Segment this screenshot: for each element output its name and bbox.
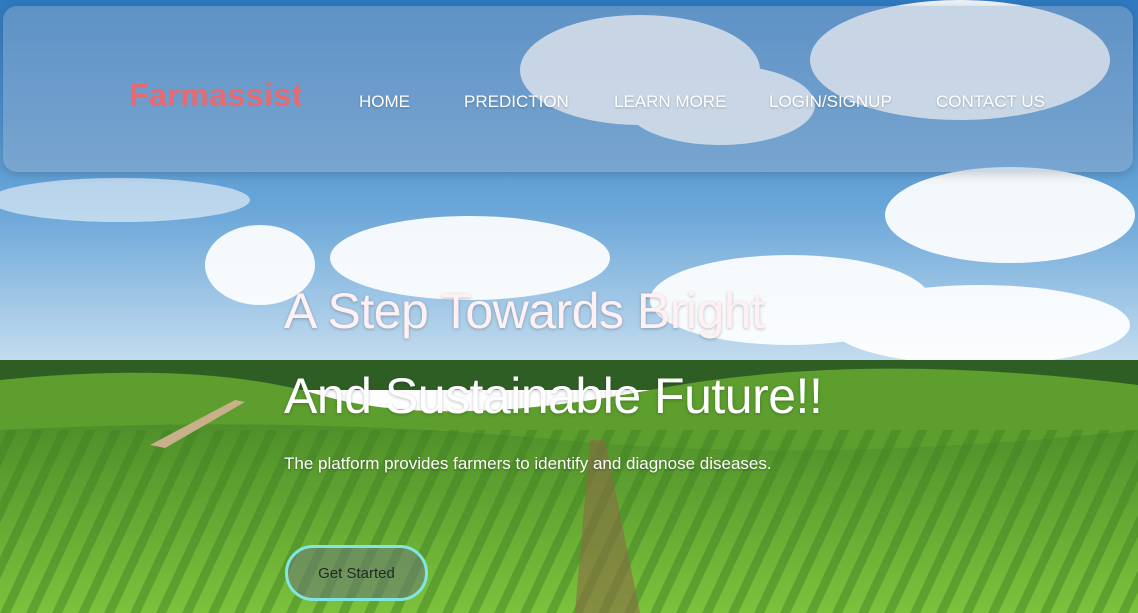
nav-home[interactable]: HOME xyxy=(359,92,410,112)
nav-contact-us[interactable]: CONTACT US xyxy=(936,92,1045,112)
navbar: Farmassist HOME PREDICTION LEARN MORE LO… xyxy=(3,6,1133,172)
get-started-button[interactable]: Get Started xyxy=(285,545,428,601)
brand-logo[interactable]: Farmassist xyxy=(129,77,303,114)
hero-headline-line1: A Step Towards Bright xyxy=(284,283,765,339)
nav-learn-more[interactable]: LEARN MORE xyxy=(614,92,726,112)
nav-prediction[interactable]: PREDICTION xyxy=(464,92,569,112)
nav-login-signup[interactable]: LOGIN/SIGNUP xyxy=(769,92,892,112)
hero-section: Farmassist HOME PREDICTION LEARN MORE LO… xyxy=(0,0,1138,613)
hero-subtitle: The platform provides farmers to identif… xyxy=(284,454,772,473)
hero-headline-line2: And Sustainable Future!! xyxy=(284,368,823,424)
